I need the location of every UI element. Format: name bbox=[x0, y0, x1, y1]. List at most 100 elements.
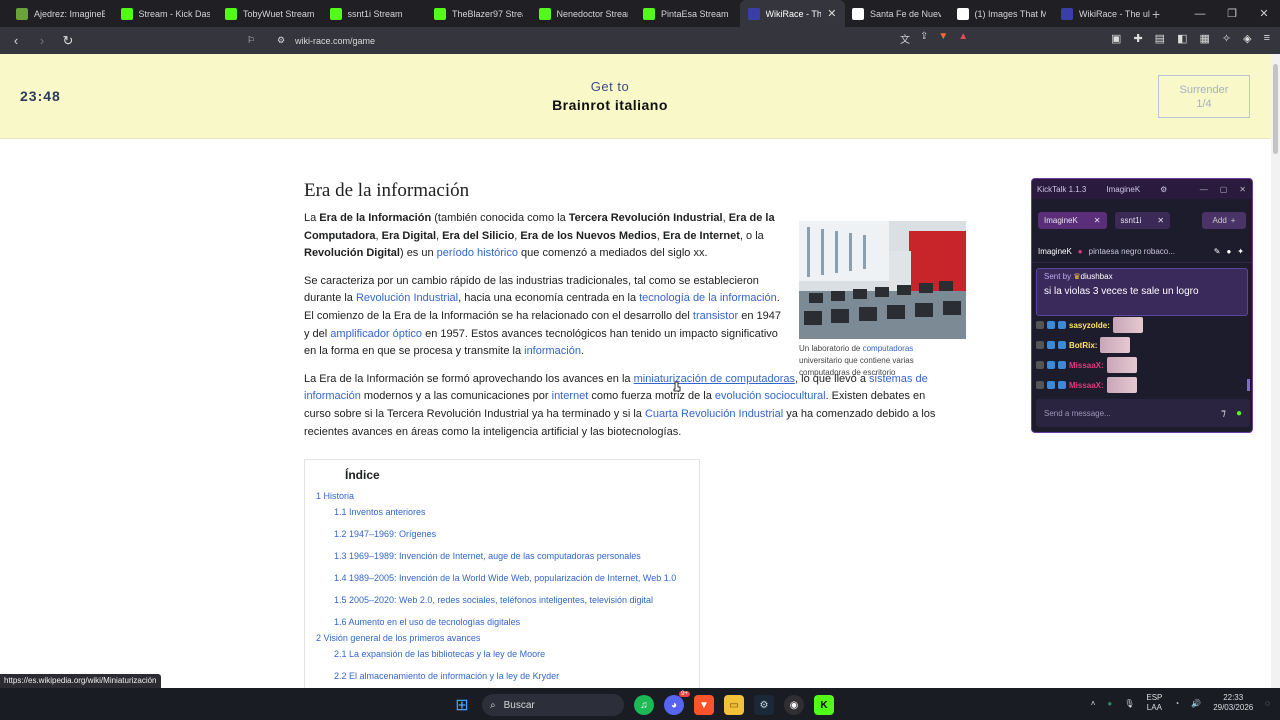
browser-tab[interactable]: WikiRace - The ✕ bbox=[739, 0, 845, 27]
menu-icon[interactable]: ≡ bbox=[1264, 32, 1270, 45]
toc-item[interactable]: 1.6 Aumento en el uso de tecnologías dig… bbox=[334, 617, 520, 627]
browser-tab[interactable]: Stream - Kick Dashb bbox=[113, 0, 218, 27]
browser-tab[interactable]: TobyWuet Stream bbox=[217, 0, 322, 27]
link-internet[interactable]: internet bbox=[552, 390, 589, 402]
vpn-icon[interactable]: ◈ bbox=[1243, 32, 1251, 45]
clock[interactable]: 22:33 29/03/2026 bbox=[1213, 693, 1253, 713]
tab-close-icon[interactable]: ✕ bbox=[827, 7, 836, 20]
volume-icon[interactable]: 🔊 bbox=[1191, 699, 1201, 708]
discord-icon[interactable]: ◕ 9+ bbox=[664, 691, 690, 715]
toc-item[interactable]: 2.2 El almacenamiento de información y l… bbox=[334, 671, 559, 681]
browser-tab[interactable]: TheBlazer97 Stream bbox=[426, 0, 531, 27]
brave-icon[interactable]: ▼ bbox=[694, 695, 714, 715]
leo-icon[interactable]: ✧ bbox=[1222, 32, 1231, 45]
taskbar-search[interactable]: ⌕ Buscar bbox=[482, 694, 624, 716]
toc-item[interactable]: 1.1 Inventos anteriores bbox=[334, 507, 426, 517]
tab-close-icon[interactable]: ✕ bbox=[1094, 216, 1101, 225]
kicktalk-tab-ssnt1i[interactable]: ssnt1i ✕ bbox=[1114, 211, 1171, 229]
link-cuarta-revolucion[interactable]: Cuarta Revolución Industrial bbox=[645, 408, 783, 420]
chat-message[interactable]: sasyzolde: bbox=[1036, 315, 1242, 335]
bookmark-icon[interactable]: ⚐ bbox=[247, 35, 255, 46]
chat-username[interactable]: sasyzolde: bbox=[1069, 321, 1110, 330]
kicktalk-scrollbar[interactable] bbox=[1247, 379, 1250, 391]
chat-username[interactable]: BotRix: bbox=[1069, 341, 1097, 350]
surrender-button[interactable]: Surrender 1/4 bbox=[1158, 75, 1250, 118]
link-transistor[interactable]: transistor bbox=[693, 310, 738, 322]
kicktalk-tab-imaginek[interactable]: ImagineK ✕ bbox=[1038, 211, 1107, 229]
windows-start-icon[interactable]: ⊞ bbox=[452, 695, 472, 715]
microphone-icon[interactable]: 🎙 bbox=[1124, 699, 1134, 708]
translate-icon[interactable]: 文 bbox=[900, 31, 910, 46]
emote-icon[interactable]: ⁊ bbox=[1221, 408, 1226, 419]
link-computadoras[interactable]: computadoras bbox=[863, 344, 914, 353]
back-icon[interactable]: ‹ bbox=[6, 33, 26, 48]
chat-message[interactable]: MissaaX: bbox=[1036, 355, 1242, 375]
page-scroll-thumb[interactable] bbox=[1273, 64, 1278, 154]
toc-item[interactable]: 1.4 1989–2005: Invención de la World Wid… bbox=[334, 573, 676, 583]
extension-icon[interactable]: ▣ bbox=[1111, 32, 1121, 45]
chat-message[interactable]: BotRix: bbox=[1036, 335, 1242, 355]
obs-icon[interactable]: ◉ bbox=[784, 695, 804, 715]
toc-item[interactable]: 2.1 La expansión de las bibliotecas y la… bbox=[334, 649, 545, 659]
notification-icon[interactable]: ◌ bbox=[1265, 699, 1270, 708]
kicktalk-settings-icon[interactable]: ⚙ bbox=[1160, 185, 1167, 194]
kicktalk-add-button[interactable]: Add + bbox=[1202, 211, 1246, 229]
sidebar-icon[interactable]: ◧ bbox=[1177, 32, 1187, 45]
site-settings-icon[interactable]: ⚙ bbox=[277, 35, 285, 46]
kicktalk-maximize-icon[interactable]: ▢ bbox=[1220, 185, 1228, 194]
kick-emote-icon[interactable]: ● bbox=[1236, 408, 1242, 419]
spotify-icon[interactable]: ♫ bbox=[634, 695, 654, 715]
file-explorer-icon[interactable]: ▭ bbox=[724, 695, 744, 715]
language-indicator[interactable]: ESP LAA bbox=[1146, 693, 1162, 713]
browser-tab[interactable]: Nenedoctor Stream bbox=[531, 0, 636, 27]
chat-username[interactable]: MissaaX: bbox=[1069, 381, 1104, 390]
reload-icon[interactable]: ↻ bbox=[58, 33, 78, 49]
share-icon[interactable]: ⇪ bbox=[920, 31, 928, 46]
close-window-icon[interactable]: ✕ bbox=[1248, 7, 1280, 20]
toc-item[interactable]: 1 Historia bbox=[316, 491, 354, 501]
toc-item[interactable]: 1.2 1947–1969: Orígenes bbox=[334, 529, 436, 539]
wallet-icon[interactable]: ▦ bbox=[1199, 32, 1209, 45]
toc-item[interactable]: 1.3 1969–1989: Invención de Internet, au… bbox=[334, 551, 641, 561]
tray-chevron-icon[interactable]: ˄ bbox=[1091, 699, 1096, 708]
media-icon[interactable]: ▤ bbox=[1155, 32, 1165, 45]
page-scrollbar[interactable] bbox=[1271, 54, 1280, 688]
link-miniaturizacion[interactable]: miniaturización de computadoras bbox=[634, 373, 795, 385]
pin-icon[interactable]: ✎ bbox=[1214, 247, 1221, 256]
network-icon[interactable]: ◔ bbox=[1174, 699, 1179, 708]
browser-tab[interactable]: WikiRace - The ultim bbox=[1053, 0, 1158, 27]
toc-item[interactable]: 1.5 2005–2020: Web 2.0, redes sociales, … bbox=[334, 595, 653, 605]
kicktalk-minimize-icon[interactable]: — bbox=[1200, 185, 1208, 194]
minimize-icon[interactable]: — bbox=[1184, 8, 1216, 20]
chat-username[interactable]: MissaaX: bbox=[1069, 361, 1104, 370]
brave-rewards-icon[interactable]: ▲ bbox=[958, 31, 968, 46]
brave-shields-icon[interactable]: ▼ bbox=[938, 31, 948, 46]
sent-message-card[interactable]: Sent by ♛diushbax si la violas 3 veces t… bbox=[1036, 268, 1248, 316]
browser-tab[interactable]: ssnt1i Stream bbox=[322, 0, 427, 27]
link-periodo-historico[interactable]: período histórico bbox=[437, 247, 518, 259]
kick-icon[interactable]: K bbox=[814, 695, 834, 715]
link-tecnologia-informacion[interactable]: tecnología de la información bbox=[639, 292, 777, 304]
forward-icon[interactable]: › bbox=[32, 33, 52, 48]
browser-tab[interactable]: (1) Images That Ma bbox=[949, 0, 1054, 27]
browser-tab[interactable]: Santa Fe de Nuevo bbox=[844, 0, 949, 27]
computer-lab-image[interactable] bbox=[799, 221, 966, 339]
url-field[interactable]: ⚐ ⚙ wiki-race.com/game bbox=[243, 31, 990, 50]
browser-tab[interactable]: Ajedrez: ImagineBv bbox=[8, 0, 113, 27]
link-amplificador-optico[interactable]: amplificador óptico bbox=[330, 328, 422, 340]
browser-tab[interactable]: PintaEsa Stream bbox=[635, 0, 740, 27]
maximize-icon[interactable]: ❐ bbox=[1216, 7, 1248, 20]
chat-message[interactable]: MissaaX: bbox=[1036, 375, 1242, 393]
toc-item[interactable]: 2 Visión general de los primeros avances bbox=[316, 633, 480, 643]
link-evolucion-sociocultural[interactable]: evolución sociocultural bbox=[715, 390, 826, 402]
kicktalk-close-icon[interactable]: ✕ bbox=[1239, 185, 1246, 194]
puzzle-icon[interactable]: ✚ bbox=[1133, 32, 1142, 45]
bookmark-pin-icon[interactable]: ✦ bbox=[1237, 247, 1244, 256]
tray-app-icon[interactable]: ● bbox=[1107, 699, 1112, 708]
link-informacion[interactable]: información bbox=[524, 345, 581, 357]
user-icon[interactable]: ● bbox=[1226, 247, 1231, 256]
steam-icon[interactable]: ⚙ bbox=[754, 695, 774, 715]
kicktalk-message-input[interactable]: Send a message... ⁊ ● bbox=[1036, 399, 1250, 427]
link-revolucion-industrial[interactable]: Revolución Industrial bbox=[356, 292, 458, 304]
tab-close-icon[interactable]: ✕ bbox=[1157, 216, 1164, 225]
